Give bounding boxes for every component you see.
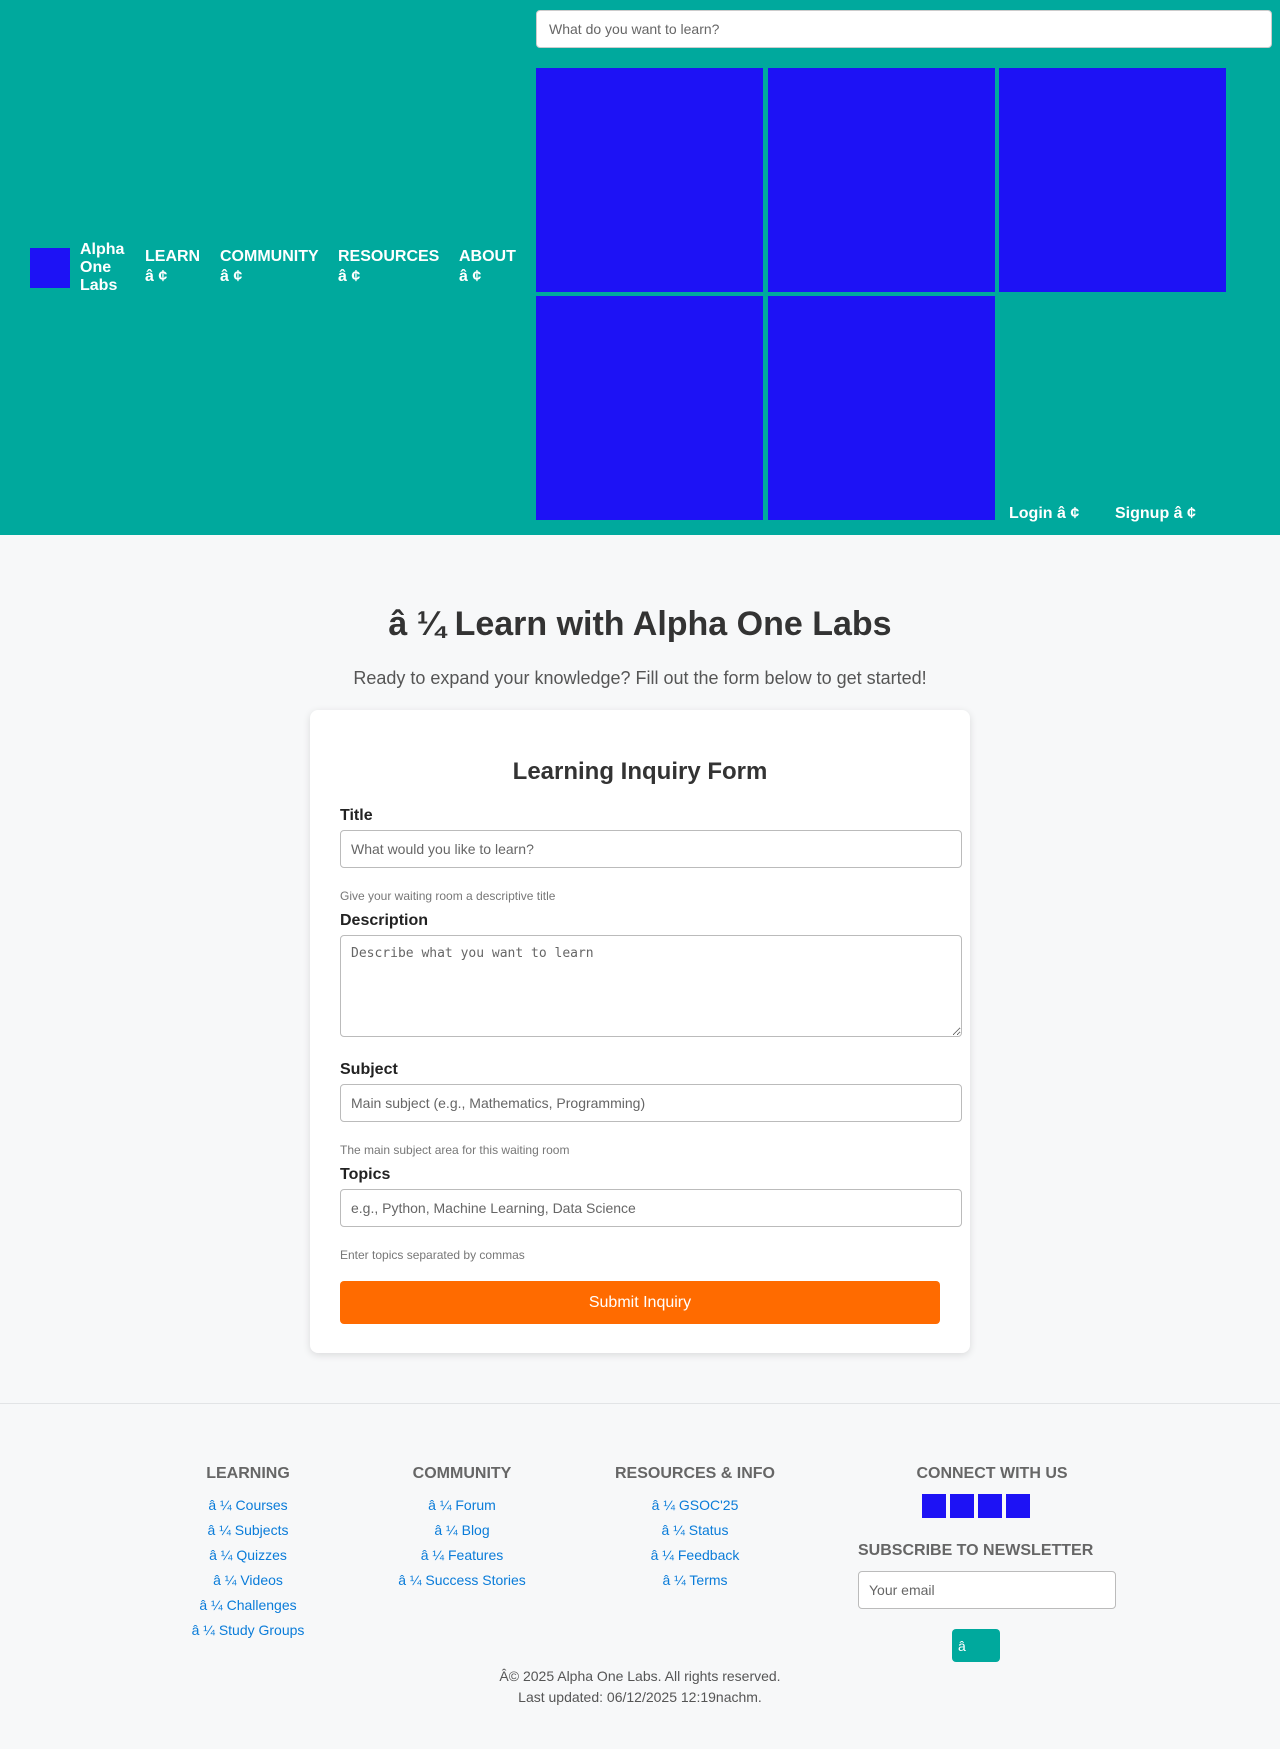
social-icon[interactable] <box>922 1494 946 1518</box>
footer-link-forum[interactable]: â ¼ Forum <box>382 1493 542 1518</box>
footer-community-heading: COMMUNITY <box>412 1465 512 1482</box>
nav-tile-image[interactable] <box>768 296 995 520</box>
nav-about[interactable]: ABOUT â ¢ <box>459 247 516 287</box>
topics-label: Topics <box>340 1166 391 1183</box>
last-updated-text: Last updated: 06/12/2025 12:19nachm. <box>518 1689 762 1705</box>
footer-link-courses[interactable]: â ¼ Courses <box>178 1493 318 1518</box>
subject-help-text: The main subject area for this waiting r… <box>340 1143 570 1157</box>
copyright-text: Â© 2025 Alpha One Labs. All rights reser… <box>499 1668 781 1684</box>
dropdown-icon: â ¢ <box>459 268 482 285</box>
dropdown-icon: â ¢ <box>338 268 361 285</box>
copyright-block: Â© 2025 Alpha One Labs. All rights reser… <box>0 1666 1280 1708</box>
nav-tile-image[interactable] <box>999 68 1226 292</box>
newsletter-subscribe-button[interactable]: â <box>952 1629 1000 1662</box>
nav-community-label: COMMUNITY <box>220 248 319 265</box>
footer-link-gsoc[interactable]: â ¼ GSOC'25 <box>600 1493 790 1518</box>
footer-link-terms[interactable]: â ¼ Terms <box>600 1568 790 1593</box>
subject-label: Subject <box>340 1061 398 1078</box>
nav-about-label: ABOUT <box>459 248 516 265</box>
footer-link-success-stories[interactable]: â ¼ Success Stories <box>382 1568 542 1593</box>
nav-learn-label: LEARN <box>145 248 201 265</box>
topics-help-text: Enter topics separated by commas <box>340 1248 525 1262</box>
nav-resources-label: RESOURCES <box>338 248 440 265</box>
newsletter-email-input[interactable] <box>858 1571 1116 1609</box>
footer-link-features[interactable]: â ¼ Features <box>382 1543 542 1568</box>
footer-link-quizzes[interactable]: â ¼ Quizzes <box>178 1543 318 1568</box>
form-title: Learning Inquiry Form <box>512 758 768 785</box>
nav-tile-image[interactable] <box>536 296 763 520</box>
description-textarea[interactable] <box>340 935 962 1037</box>
footer-link-videos[interactable]: â ¼ Videos <box>178 1568 318 1593</box>
footer-resources-column: RESOURCES & INFO â ¼ GSOC'25 â ¼ Status … <box>600 1465 790 1593</box>
page-title: â ¼ Learn with Alpha One Labs <box>388 605 892 643</box>
title-label: Title <box>340 807 373 824</box>
search-input[interactable] <box>536 10 1272 48</box>
footer-connect-column: CONNECT WITH US <box>880 1465 1104 1493</box>
footer-learning-heading: LEARNING <box>206 1465 290 1482</box>
footer-divider <box>0 1403 1280 1404</box>
nav-tile-image[interactable] <box>768 68 995 292</box>
social-icon[interactable] <box>1006 1494 1030 1518</box>
social-icon[interactable] <box>950 1494 974 1518</box>
login-link[interactable]: Login â ¢ <box>1009 505 1079 523</box>
title-input[interactable] <box>340 830 962 868</box>
topics-input[interactable] <box>340 1189 962 1227</box>
footer-link-feedback[interactable]: â ¼ Feedback <box>600 1543 790 1568</box>
footer-link-challenges[interactable]: â ¼ Challenges <box>178 1593 318 1618</box>
social-icon[interactable] <box>978 1494 1002 1518</box>
logo-icon[interactable] <box>30 248 70 288</box>
footer-resources-heading: RESOURCES & INFO <box>614 1465 775 1482</box>
nav-learn[interactable]: LEARN â ¢ <box>145 247 200 287</box>
footer-link-study-groups[interactable]: â ¼ Study Groups <box>178 1618 318 1643</box>
newsletter-heading: SUBSCRIBE TO NEWSLETTER <box>858 1542 1094 1559</box>
dropdown-icon: â ¢ <box>145 268 168 285</box>
page-subtitle: Ready to expand your knowledge? Fill out… <box>353 668 927 688</box>
submit-inquiry-button[interactable]: Submit Inquiry <box>340 1281 940 1324</box>
footer-learning-column: LEARNING â ¼ Courses â ¼ Subjects â ¼ Qu… <box>178 1465 318 1643</box>
nav-community[interactable]: COMMUNITY â ¢ <box>220 247 319 287</box>
site-header: Alpha One Labs LEARN â ¢ COMMUNITY â ¢ R… <box>0 0 1280 535</box>
description-label: Description <box>340 912 429 929</box>
footer-link-status[interactable]: â ¼ Status <box>600 1518 790 1543</box>
footer-link-blog[interactable]: â ¼ Blog <box>382 1518 542 1543</box>
brand-name[interactable]: Alpha One Labs <box>80 241 130 295</box>
footer-link-subjects[interactable]: â ¼ Subjects <box>178 1518 318 1543</box>
dropdown-icon: â ¢ <box>220 268 243 285</box>
footer-connect-heading: CONNECT WITH US <box>916 1465 1068 1482</box>
signup-link[interactable]: Signup â ¢ <box>1115 505 1196 523</box>
subject-input[interactable] <box>340 1084 962 1122</box>
title-help-text: Give your waiting room a descriptive tit… <box>340 889 556 903</box>
nav-tile-image[interactable] <box>536 68 763 292</box>
footer-community-column: COMMUNITY â ¼ Forum â ¼ Blog â ¼ Feature… <box>382 1465 542 1593</box>
nav-resources[interactable]: RESOURCES â ¢ <box>338 247 439 287</box>
